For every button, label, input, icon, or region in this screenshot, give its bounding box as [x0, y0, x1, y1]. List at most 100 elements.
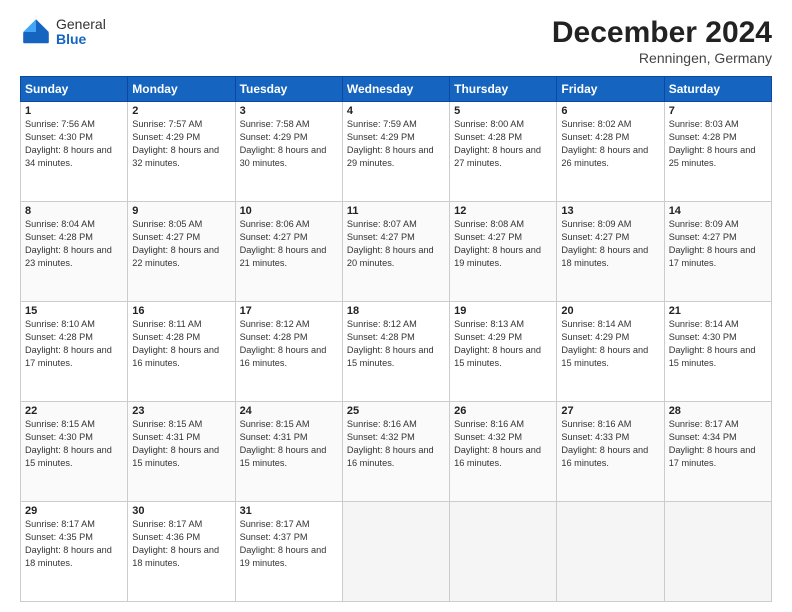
calendar-cell: 17Sunrise: 8:12 AM Sunset: 4:28 PM Dayli…	[235, 302, 342, 402]
day-content: Sunrise: 8:09 AM Sunset: 4:27 PM Dayligh…	[669, 218, 767, 270]
calendar-cell: 6Sunrise: 8:02 AM Sunset: 4:28 PM Daylig…	[557, 102, 664, 202]
day-number: 9	[132, 205, 230, 217]
day-content: Sunrise: 8:03 AM Sunset: 4:28 PM Dayligh…	[669, 118, 767, 170]
calendar-cell: 28Sunrise: 8:17 AM Sunset: 4:34 PM Dayli…	[664, 402, 771, 502]
day-number: 29	[25, 505, 123, 517]
logo-general-text: General	[56, 17, 106, 32]
day-number: 22	[25, 405, 123, 417]
calendar-cell: 9Sunrise: 8:05 AM Sunset: 4:27 PM Daylig…	[128, 202, 235, 302]
day-number: 1	[25, 105, 123, 117]
calendar-header-row: SundayMondayTuesdayWednesdayThursdayFrid…	[21, 77, 772, 102]
calendar-cell: 25Sunrise: 8:16 AM Sunset: 4:32 PM Dayli…	[342, 402, 449, 502]
day-content: Sunrise: 8:08 AM Sunset: 4:27 PM Dayligh…	[454, 218, 552, 270]
day-content: Sunrise: 7:59 AM Sunset: 4:29 PM Dayligh…	[347, 118, 445, 170]
day-number: 5	[454, 105, 552, 117]
day-number: 17	[240, 305, 338, 317]
day-number: 10	[240, 205, 338, 217]
day-number: 6	[561, 105, 659, 117]
day-content: Sunrise: 7:56 AM Sunset: 4:30 PM Dayligh…	[25, 118, 123, 170]
day-number: 2	[132, 105, 230, 117]
day-number: 28	[669, 405, 767, 417]
day-content: Sunrise: 8:04 AM Sunset: 4:28 PM Dayligh…	[25, 218, 123, 270]
calendar-cell: 24Sunrise: 8:15 AM Sunset: 4:31 PM Dayli…	[235, 402, 342, 502]
title-block: December 2024 Renningen, Germany	[552, 16, 772, 66]
day-content: Sunrise: 8:16 AM Sunset: 4:32 PM Dayligh…	[347, 418, 445, 470]
calendar-cell: 26Sunrise: 8:16 AM Sunset: 4:32 PM Dayli…	[450, 402, 557, 502]
calendar-week-4: 22Sunrise: 8:15 AM Sunset: 4:30 PM Dayli…	[21, 402, 772, 502]
calendar-cell: 11Sunrise: 8:07 AM Sunset: 4:27 PM Dayli…	[342, 202, 449, 302]
day-content: Sunrise: 8:15 AM Sunset: 4:31 PM Dayligh…	[132, 418, 230, 470]
calendar-cell: 12Sunrise: 8:08 AM Sunset: 4:27 PM Dayli…	[450, 202, 557, 302]
calendar-cell: 15Sunrise: 8:10 AM Sunset: 4:28 PM Dayli…	[21, 302, 128, 402]
calendar-cell	[664, 502, 771, 602]
day-content: Sunrise: 8:09 AM Sunset: 4:27 PM Dayligh…	[561, 218, 659, 270]
day-number: 15	[25, 305, 123, 317]
calendar-cell: 3Sunrise: 7:58 AM Sunset: 4:29 PM Daylig…	[235, 102, 342, 202]
col-header-sunday: Sunday	[21, 77, 128, 102]
calendar-cell	[557, 502, 664, 602]
calendar-cell: 14Sunrise: 8:09 AM Sunset: 4:27 PM Dayli…	[664, 202, 771, 302]
day-content: Sunrise: 7:57 AM Sunset: 4:29 PM Dayligh…	[132, 118, 230, 170]
col-header-tuesday: Tuesday	[235, 77, 342, 102]
day-number: 13	[561, 205, 659, 217]
calendar-cell: 22Sunrise: 8:15 AM Sunset: 4:30 PM Dayli…	[21, 402, 128, 502]
calendar-cell: 27Sunrise: 8:16 AM Sunset: 4:33 PM Dayli…	[557, 402, 664, 502]
day-content: Sunrise: 8:15 AM Sunset: 4:31 PM Dayligh…	[240, 418, 338, 470]
calendar-cell: 29Sunrise: 8:17 AM Sunset: 4:35 PM Dayli…	[21, 502, 128, 602]
calendar-cell: 2Sunrise: 7:57 AM Sunset: 4:29 PM Daylig…	[128, 102, 235, 202]
logo: General Blue	[20, 16, 106, 48]
day-number: 19	[454, 305, 552, 317]
calendar-cell: 21Sunrise: 8:14 AM Sunset: 4:30 PM Dayli…	[664, 302, 771, 402]
day-content: Sunrise: 8:17 AM Sunset: 4:37 PM Dayligh…	[240, 518, 338, 570]
location: Renningen, Germany	[552, 50, 772, 66]
day-content: Sunrise: 8:00 AM Sunset: 4:28 PM Dayligh…	[454, 118, 552, 170]
day-content: Sunrise: 8:16 AM Sunset: 4:32 PM Dayligh…	[454, 418, 552, 470]
day-number: 24	[240, 405, 338, 417]
day-content: Sunrise: 8:14 AM Sunset: 4:29 PM Dayligh…	[561, 318, 659, 370]
calendar-cell: 8Sunrise: 8:04 AM Sunset: 4:28 PM Daylig…	[21, 202, 128, 302]
day-content: Sunrise: 8:13 AM Sunset: 4:29 PM Dayligh…	[454, 318, 552, 370]
calendar-week-2: 8Sunrise: 8:04 AM Sunset: 4:28 PM Daylig…	[21, 202, 772, 302]
calendar-cell: 10Sunrise: 8:06 AM Sunset: 4:27 PM Dayli…	[235, 202, 342, 302]
day-number: 25	[347, 405, 445, 417]
day-number: 20	[561, 305, 659, 317]
day-content: Sunrise: 7:58 AM Sunset: 4:29 PM Dayligh…	[240, 118, 338, 170]
calendar-cell	[342, 502, 449, 602]
col-header-thursday: Thursday	[450, 77, 557, 102]
calendar-cell: 30Sunrise: 8:17 AM Sunset: 4:36 PM Dayli…	[128, 502, 235, 602]
calendar-week-5: 29Sunrise: 8:17 AM Sunset: 4:35 PM Dayli…	[21, 502, 772, 602]
month-title: December 2024	[552, 16, 772, 50]
day-number: 31	[240, 505, 338, 517]
day-content: Sunrise: 8:11 AM Sunset: 4:28 PM Dayligh…	[132, 318, 230, 370]
logo-icon	[20, 16, 52, 48]
day-content: Sunrise: 8:17 AM Sunset: 4:34 PM Dayligh…	[669, 418, 767, 470]
day-content: Sunrise: 8:12 AM Sunset: 4:28 PM Dayligh…	[240, 318, 338, 370]
calendar-cell: 23Sunrise: 8:15 AM Sunset: 4:31 PM Dayli…	[128, 402, 235, 502]
day-number: 11	[347, 205, 445, 217]
calendar-cell: 13Sunrise: 8:09 AM Sunset: 4:27 PM Dayli…	[557, 202, 664, 302]
day-content: Sunrise: 8:05 AM Sunset: 4:27 PM Dayligh…	[132, 218, 230, 270]
day-number: 4	[347, 105, 445, 117]
day-number: 23	[132, 405, 230, 417]
day-content: Sunrise: 8:02 AM Sunset: 4:28 PM Dayligh…	[561, 118, 659, 170]
calendar-cell: 20Sunrise: 8:14 AM Sunset: 4:29 PM Dayli…	[557, 302, 664, 402]
day-number: 21	[669, 305, 767, 317]
calendar-cell: 31Sunrise: 8:17 AM Sunset: 4:37 PM Dayli…	[235, 502, 342, 602]
calendar-cell: 16Sunrise: 8:11 AM Sunset: 4:28 PM Dayli…	[128, 302, 235, 402]
col-header-wednesday: Wednesday	[342, 77, 449, 102]
day-content: Sunrise: 8:15 AM Sunset: 4:30 PM Dayligh…	[25, 418, 123, 470]
day-content: Sunrise: 8:12 AM Sunset: 4:28 PM Dayligh…	[347, 318, 445, 370]
day-number: 8	[25, 205, 123, 217]
day-number: 27	[561, 405, 659, 417]
col-header-saturday: Saturday	[664, 77, 771, 102]
day-number: 14	[669, 205, 767, 217]
calendar-week-3: 15Sunrise: 8:10 AM Sunset: 4:28 PM Dayli…	[21, 302, 772, 402]
day-number: 18	[347, 305, 445, 317]
day-number: 26	[454, 405, 552, 417]
calendar-cell: 7Sunrise: 8:03 AM Sunset: 4:28 PM Daylig…	[664, 102, 771, 202]
logo-text: General Blue	[56, 17, 106, 48]
day-number: 30	[132, 505, 230, 517]
calendar-week-1: 1Sunrise: 7:56 AM Sunset: 4:30 PM Daylig…	[21, 102, 772, 202]
day-content: Sunrise: 8:07 AM Sunset: 4:27 PM Dayligh…	[347, 218, 445, 270]
calendar-cell: 4Sunrise: 7:59 AM Sunset: 4:29 PM Daylig…	[342, 102, 449, 202]
